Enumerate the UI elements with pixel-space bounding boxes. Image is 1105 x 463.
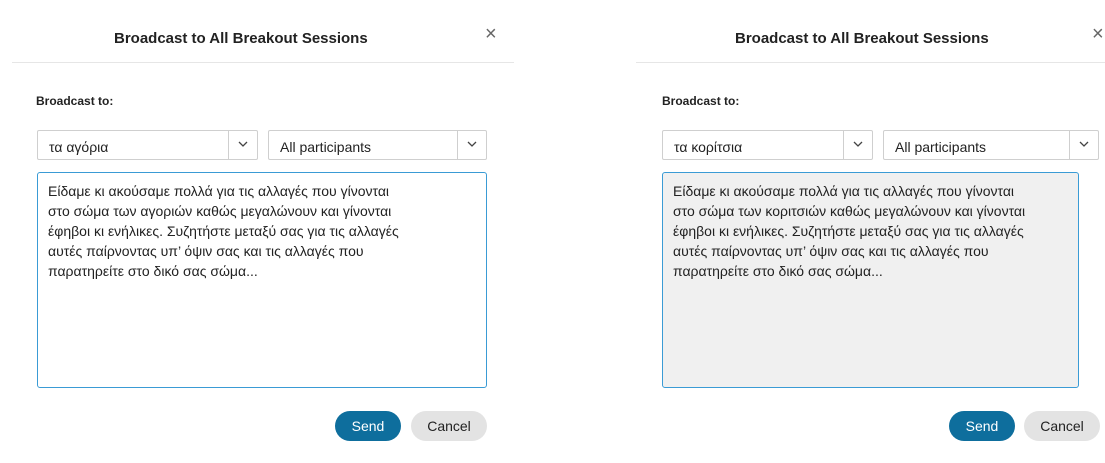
send-button[interactable]: Send — [949, 411, 1015, 441]
close-icon[interactable]: × — [485, 24, 497, 44]
session-select[interactable]: τα αγόρια — [37, 130, 258, 160]
audience-select-value: All participants — [280, 139, 372, 155]
audience-select-value: All participants — [895, 139, 987, 155]
chevron-down-icon[interactable] — [228, 131, 257, 159]
broadcast-dialog-girls: Broadcast to All Breakout Sessions × Bro… — [636, 0, 1105, 463]
broadcast-to-label: Broadcast to: — [662, 94, 740, 108]
cancel-button[interactable]: Cancel — [411, 411, 487, 441]
audience-select[interactable]: All participants — [268, 130, 487, 160]
dialog-title: Broadcast to All Breakout Sessions — [114, 30, 368, 47]
dialog-header: Broadcast to All Breakout Sessions × — [636, 10, 1105, 63]
chevron-down-icon[interactable] — [843, 131, 872, 159]
session-select-value: τα αγόρια — [49, 139, 109, 155]
message-textarea[interactable]: Είδαμε κι ακούσαμε πολλά για τις αλλαγές… — [662, 172, 1079, 388]
chevron-down-icon[interactable] — [457, 131, 486, 159]
broadcast-dialog-boys: Broadcast to All Breakout Sessions × Bro… — [12, 0, 514, 463]
send-button[interactable]: Send — [335, 411, 401, 441]
close-icon[interactable]: × — [1092, 24, 1104, 44]
cancel-button[interactable]: Cancel — [1024, 411, 1100, 441]
session-select[interactable]: τα κορίτσια — [662, 130, 873, 160]
audience-select[interactable]: All participants — [883, 130, 1099, 160]
chevron-down-icon[interactable] — [1069, 131, 1098, 159]
dialog-title: Broadcast to All Breakout Sessions — [735, 30, 989, 47]
dialog-header: Broadcast to All Breakout Sessions × — [12, 10, 514, 63]
message-textarea[interactable]: Είδαμε κι ακούσαμε πολλά για τις αλλαγές… — [37, 172, 487, 388]
broadcast-to-label: Broadcast to: — [36, 94, 114, 108]
session-select-value: τα κορίτσια — [674, 139, 743, 155]
